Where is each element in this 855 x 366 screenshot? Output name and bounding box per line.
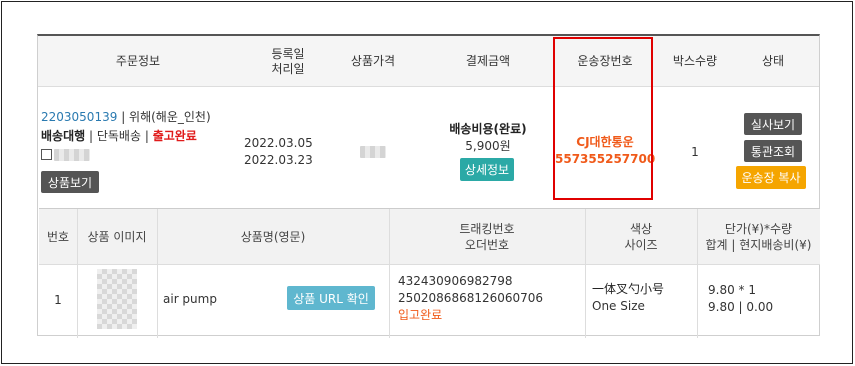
delivery-type-text: 단독배송 (96, 129, 142, 143)
header-dates: 등록일 처리일 (238, 36, 338, 87)
item-name: air pump (163, 292, 217, 306)
item-row-no: 1 (54, 293, 62, 307)
divider (77, 209, 78, 338)
header-box-qty: 박스수량 (672, 54, 718, 68)
service-line: 배송대행 | 단독배송 | 출고완료 (41, 129, 197, 144)
order-table-header: 주문정보 등록일 처리일 상품가격 결제금액 운송장번호 박스수량 상태 (38, 36, 819, 87)
header-status: 상태 (761, 54, 785, 68)
photo-view-button[interactable]: 실사보기 (744, 113, 802, 135)
divider (585, 209, 586, 338)
order-panel: 주문정보 등록일 처리일 상품가격 결제금액 운송장번호 박스수량 상태 220… (37, 34, 820, 338)
header-payment: 결제금액 (465, 54, 511, 68)
divider (389, 209, 390, 338)
service-text: 배송대행 (41, 129, 86, 143)
item-header-tracking-no: 트래킹번호 (459, 222, 515, 236)
divider (157, 209, 158, 338)
item-header-order-no: 오더번호 (464, 238, 510, 252)
header-proc-date: 처리일 (271, 61, 305, 76)
copy-tracking-button[interactable]: 운송장 복사 (736, 166, 806, 189)
separator: | (141, 129, 153, 143)
item-header-name: 상품명(영문) (240, 230, 306, 244)
item-header-tracking: 트래킹번호 오더번호 (389, 209, 585, 265)
blurred-customer-name (54, 149, 90, 161)
item-order-number: 2502086868126060706 (398, 291, 544, 305)
recipient-text: | 위해(해운_인천) (121, 110, 211, 124)
reg-date: 2022.03.05 (244, 136, 313, 150)
shipped-status-text: 출고완료 (152, 129, 197, 143)
header-tracking: 운송장번호 (577, 54, 633, 68)
product-image-thumbnail[interactable] (97, 269, 137, 329)
select-checkbox[interactable] (41, 149, 52, 160)
item-unit-qty: 9.80 * 1 (708, 283, 756, 297)
item-header-image: 상품 이미지 (87, 230, 147, 244)
item-header-unit-price: 단가(¥)*수량 (724, 222, 793, 236)
blurred-product-price (360, 146, 386, 158)
divider (697, 209, 698, 338)
product-url-button[interactable]: 상품 URL 확인 (287, 286, 375, 310)
header-reg-date: 등록일 (271, 46, 305, 61)
item-header-price: 단가(¥)*수량 합계 | 현지배송비(¥) (697, 209, 820, 265)
item-header-color: 색상 (629, 222, 653, 236)
order-number-line: 2203050139 | 위해(해운_인천) (41, 110, 211, 125)
carrier-name: CJ대한통운 (576, 135, 634, 149)
item-header-no: 번호 (46, 230, 70, 244)
item-header-size: 사이즈 (624, 238, 658, 252)
item-color: 一体叉勺小号 (592, 282, 665, 296)
item-table: 번호 상품 이미지 상품명(영문) 트래킹번호 오더번호 색상 사이즈 단가(¥… (39, 208, 820, 338)
payment-label: 배송비용(완료) (449, 122, 527, 136)
inbound-status: 입고완료 (398, 308, 443, 322)
detail-info-button[interactable]: 상세정보 (460, 158, 514, 181)
customs-check-button[interactable]: 통관조회 (744, 140, 802, 162)
box-quantity: 1 (691, 145, 699, 159)
view-product-button[interactable]: 상품보기 (41, 171, 99, 193)
item-header-total: 합계 | 현지배송비(¥) (705, 238, 812, 252)
item-total: 9.80 | 0.00 (708, 300, 774, 314)
header-price: 상품가격 (350, 54, 396, 68)
header-order-info: 주문정보 (115, 54, 161, 68)
payment-amount: 5,900원 (465, 139, 511, 153)
proc-date: 2022.03.23 (244, 153, 313, 167)
item-header-color-size: 색상 사이즈 (585, 209, 697, 265)
order-number-link[interactable]: 2203050139 (41, 110, 117, 124)
item-tracking-number: 432430906982798 (398, 274, 513, 288)
item-size: One Size (592, 299, 645, 313)
tracking-number[interactable]: 557355257700 (555, 152, 655, 167)
separator: | (85, 129, 97, 143)
